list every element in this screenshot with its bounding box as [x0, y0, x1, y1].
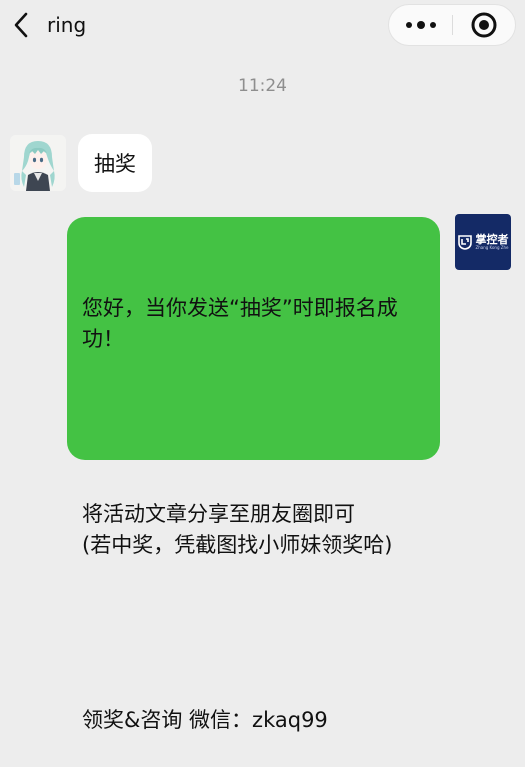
sender-avatar[interactable]: [10, 135, 66, 191]
shield-logo-icon: [458, 235, 473, 250]
chevron-left-icon: [14, 12, 28, 38]
brand-logo: 掌控者 Zhang Kong Zhe: [457, 233, 509, 250]
target-circle-icon: [471, 12, 497, 38]
logo-chinese-text: 掌控者: [475, 233, 509, 246]
more-button[interactable]: [389, 5, 453, 45]
message-timestamp: 11:24: [238, 76, 287, 96]
message-paragraph: 领奖&咨询 微信：zkaq99: [82, 708, 328, 732]
message-paragraph: 将活动文章分享至朋友圈即可 (若中奖，凭截图找小师妹领奖哈): [82, 502, 393, 557]
my-avatar[interactable]: 掌控者 Zhang Kong Zhe: [455, 214, 511, 270]
close-button[interactable]: [453, 5, 515, 45]
message-paragraph: 您好，当你发送“抽奖”时即报名成功！: [82, 296, 398, 351]
more-dots-icon: [406, 21, 436, 29]
back-button[interactable]: [6, 10, 36, 40]
chat-title: ring: [47, 13, 87, 37]
mini-program-capsule: [388, 4, 516, 46]
incoming-message-bubble[interactable]: 抽奖: [78, 134, 152, 192]
incoming-message-text: 抽奖: [94, 152, 136, 176]
outgoing-message-bubble[interactable]: 您好，当你发送“抽奖”时即报名成功！ 将活动文章分享至朋友圈即可 (若中奖，凭截…: [67, 217, 440, 732]
logo-english-text: Zhang Kong Zhe: [475, 245, 509, 250]
anime-character-avatar-icon: [10, 135, 66, 191]
